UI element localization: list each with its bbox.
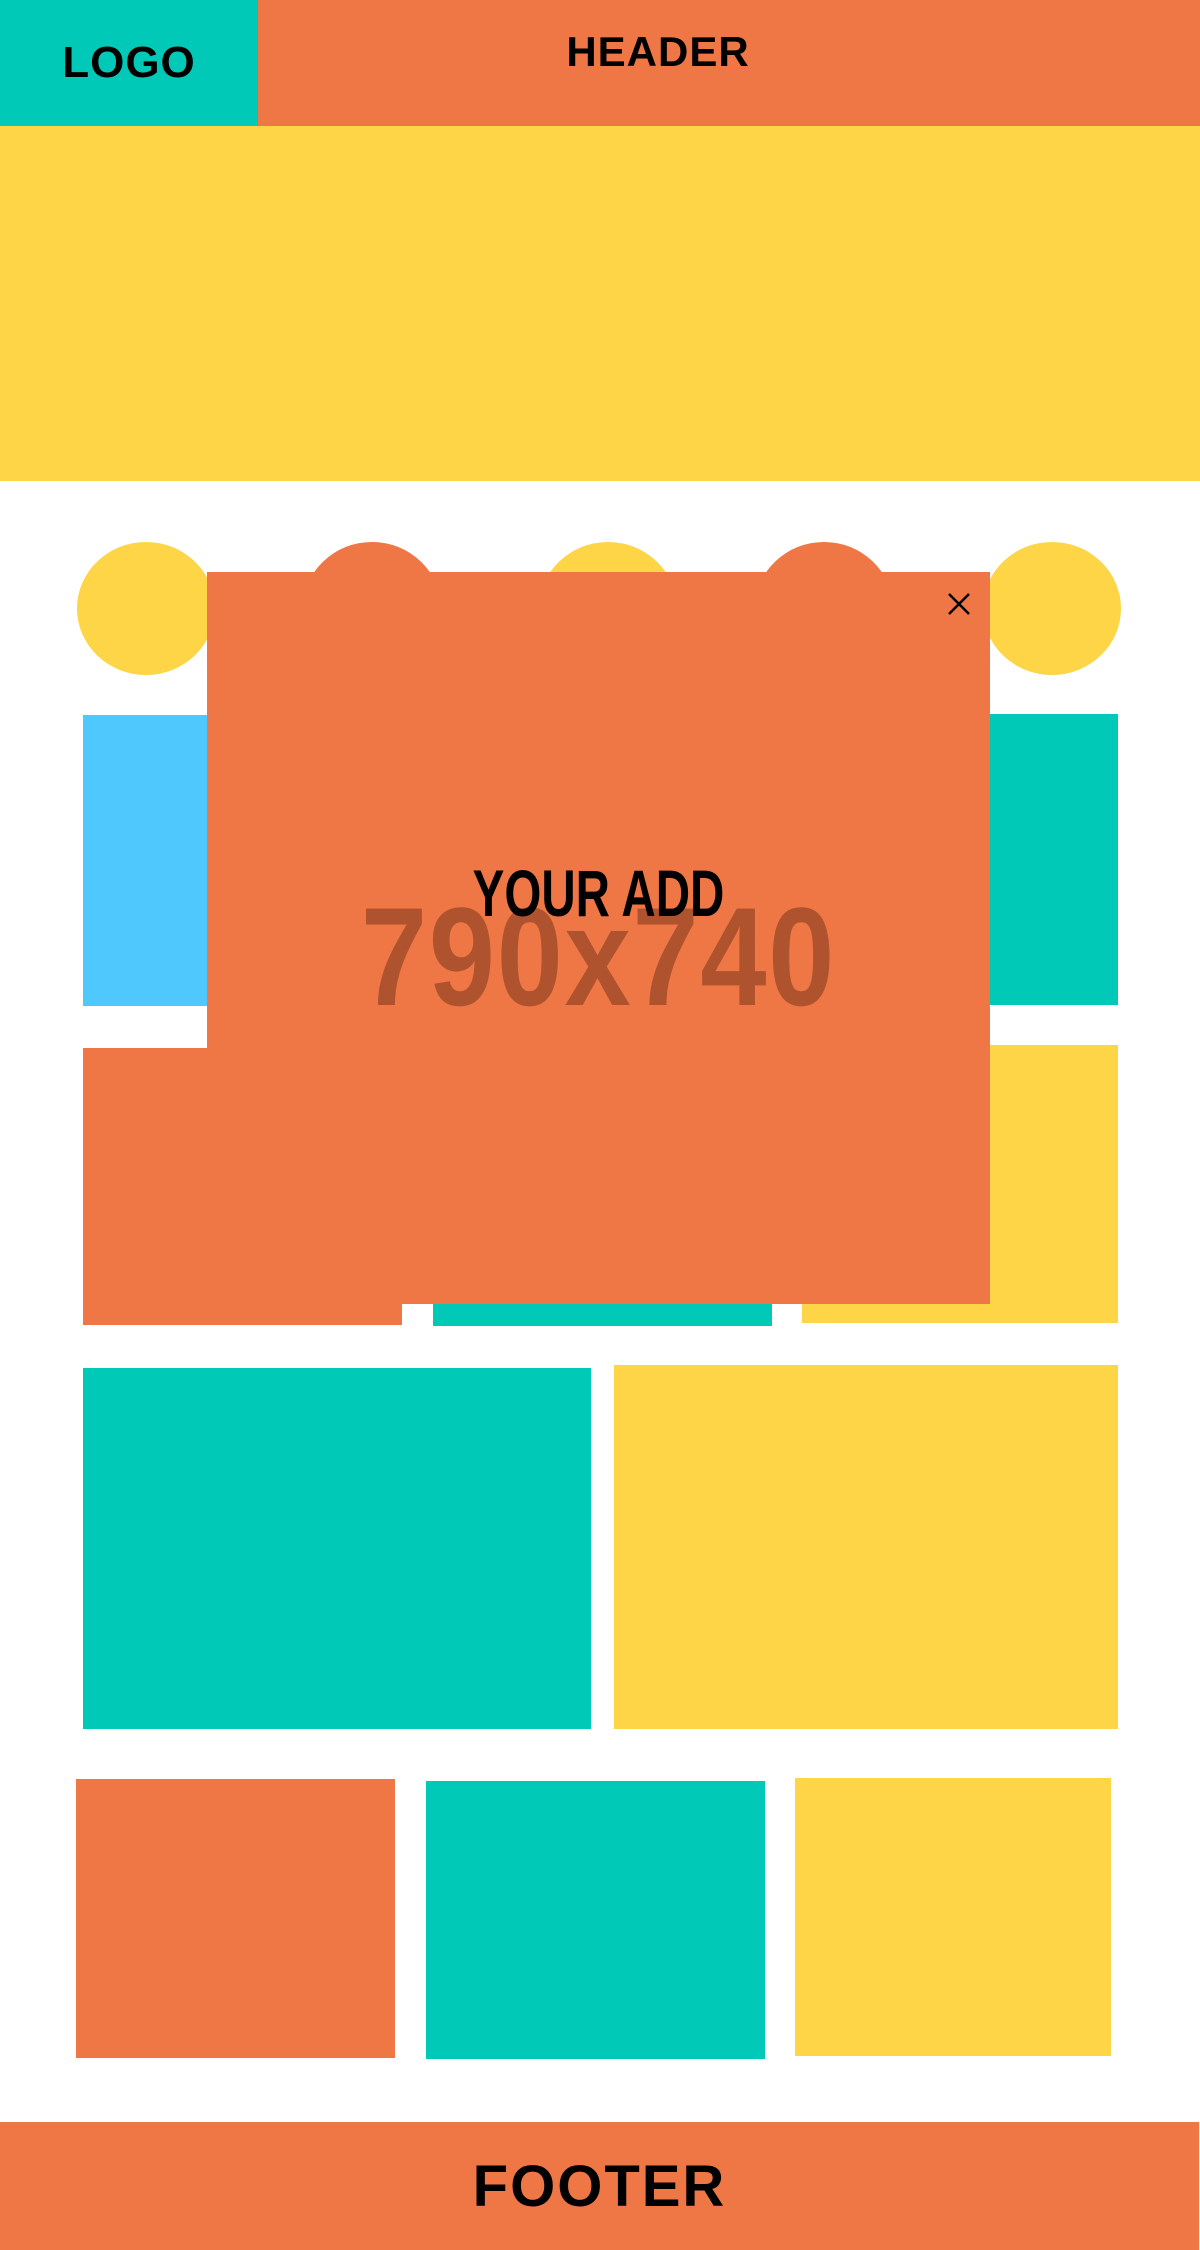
footer: FOOTER bbox=[0, 2122, 1199, 2250]
header: HEADER bbox=[258, 0, 1200, 126]
hero-banner bbox=[0, 126, 1200, 481]
card-row4-1[interactable] bbox=[76, 1779, 395, 2058]
close-icon[interactable] bbox=[947, 592, 971, 616]
ad-title: YOUR ADD bbox=[472, 856, 725, 930]
card-row3-2[interactable] bbox=[614, 1365, 1118, 1729]
circle-item-5[interactable] bbox=[983, 542, 1121, 675]
card-row4-2[interactable] bbox=[426, 1781, 765, 2059]
card-row3-1[interactable] bbox=[83, 1368, 591, 1729]
header-title: HEADER bbox=[566, 28, 750, 75]
logo[interactable]: LOGO bbox=[0, 0, 258, 126]
circle-item-1[interactable] bbox=[77, 542, 215, 675]
card-row4-3[interactable] bbox=[795, 1778, 1111, 2056]
ad-modal[interactable]: 790x740 YOUR ADD bbox=[207, 572, 990, 1304]
